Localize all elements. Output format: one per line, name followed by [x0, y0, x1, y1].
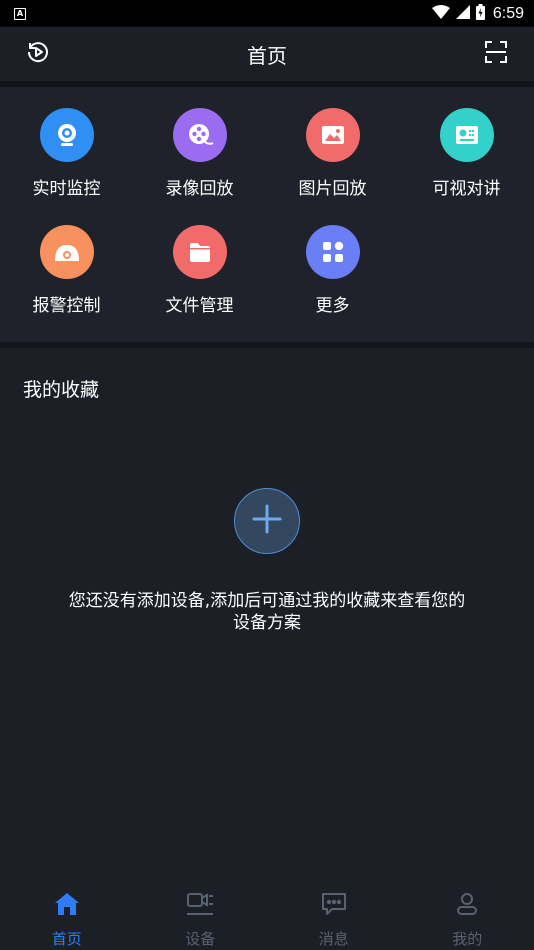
- wifi-icon: [431, 4, 450, 23]
- grid-item-file-management[interactable]: 文件管理: [133, 225, 266, 316]
- grid-item-label: 可视对讲: [432, 179, 501, 199]
- favorites-title: 我的收藏: [23, 379, 100, 401]
- empty-state-message: 您还没有添加设备,添加后可通过我的收藏来查看您的 设备方案: [30, 590, 504, 634]
- grid-item-label: 图片回放: [298, 179, 367, 199]
- feature-grid: 实时监控 录像回放 图片回放 可视对讲 报警控制 文件管理 更多: [0, 87, 534, 342]
- grid-item-picture-playback[interactable]: 图片回放: [266, 108, 399, 199]
- camera-icon: [39, 108, 94, 162]
- tab-messages[interactable]: 消息: [267, 878, 401, 950]
- grid-item-label: 录像回放: [165, 179, 234, 199]
- folder-icon: [172, 225, 227, 279]
- message-icon: [321, 892, 347, 920]
- home-icon: [54, 892, 80, 920]
- app-notification-icon: A: [14, 7, 26, 20]
- intercom-icon: [439, 108, 494, 162]
- status-bar: A 6:59: [0, 0, 534, 27]
- film-reel-icon: [172, 108, 227, 162]
- more-apps-icon: [305, 225, 360, 279]
- grid-item-video-playback[interactable]: 录像回放: [133, 108, 266, 199]
- tab-label: 设备: [185, 930, 216, 948]
- picture-icon: [305, 108, 360, 162]
- grid-item-label: 报警控制: [32, 296, 101, 316]
- battery-icon: [475, 3, 485, 24]
- empty-state-line: 设备方案: [233, 613, 301, 633]
- device-icon: [186, 892, 214, 920]
- page-title: 首页: [247, 43, 287, 68]
- grid-item-label: 更多: [315, 296, 350, 316]
- alarm-icon: [39, 225, 94, 279]
- tab-profile[interactable]: 我的: [401, 878, 534, 950]
- clock: 6:59: [492, 4, 524, 22]
- tab-label: 首页: [51, 930, 82, 948]
- tab-devices[interactable]: 设备: [134, 878, 268, 950]
- favorites-section: 我的收藏 您还没有添加设备,添加后可通过我的收藏来查看您的 设备方案: [0, 348, 534, 878]
- grid-item-video-intercom[interactable]: 可视对讲: [400, 108, 533, 199]
- bottom-navigation: 首页 设备 消息 我的: [0, 878, 534, 950]
- scan-button[interactable]: [482, 40, 510, 68]
- add-device-button[interactable]: [234, 488, 300, 554]
- playback-icon: [25, 39, 51, 69]
- empty-state-line: 您还没有添加设备,添加后可通过我的收藏来查看您的: [68, 591, 466, 611]
- grid-item-more[interactable]: 更多: [266, 225, 399, 316]
- scan-icon: [484, 40, 508, 68]
- profile-icon: [455, 892, 479, 920]
- cellular-signal-icon: [455, 4, 470, 23]
- grid-item-label: 文件管理: [165, 296, 234, 316]
- tab-label: 我的: [452, 930, 483, 948]
- playback-button[interactable]: [24, 40, 52, 68]
- plus-icon: [252, 504, 282, 538]
- grid-item-alarm-control[interactable]: 报警控制: [0, 225, 133, 316]
- tab-label: 消息: [318, 930, 349, 948]
- tab-home[interactable]: 首页: [0, 878, 134, 950]
- grid-item-label: 实时监控: [32, 179, 101, 199]
- grid-item-live-monitor[interactable]: 实时监控: [0, 108, 133, 199]
- app-header: 首页: [0, 27, 534, 81]
